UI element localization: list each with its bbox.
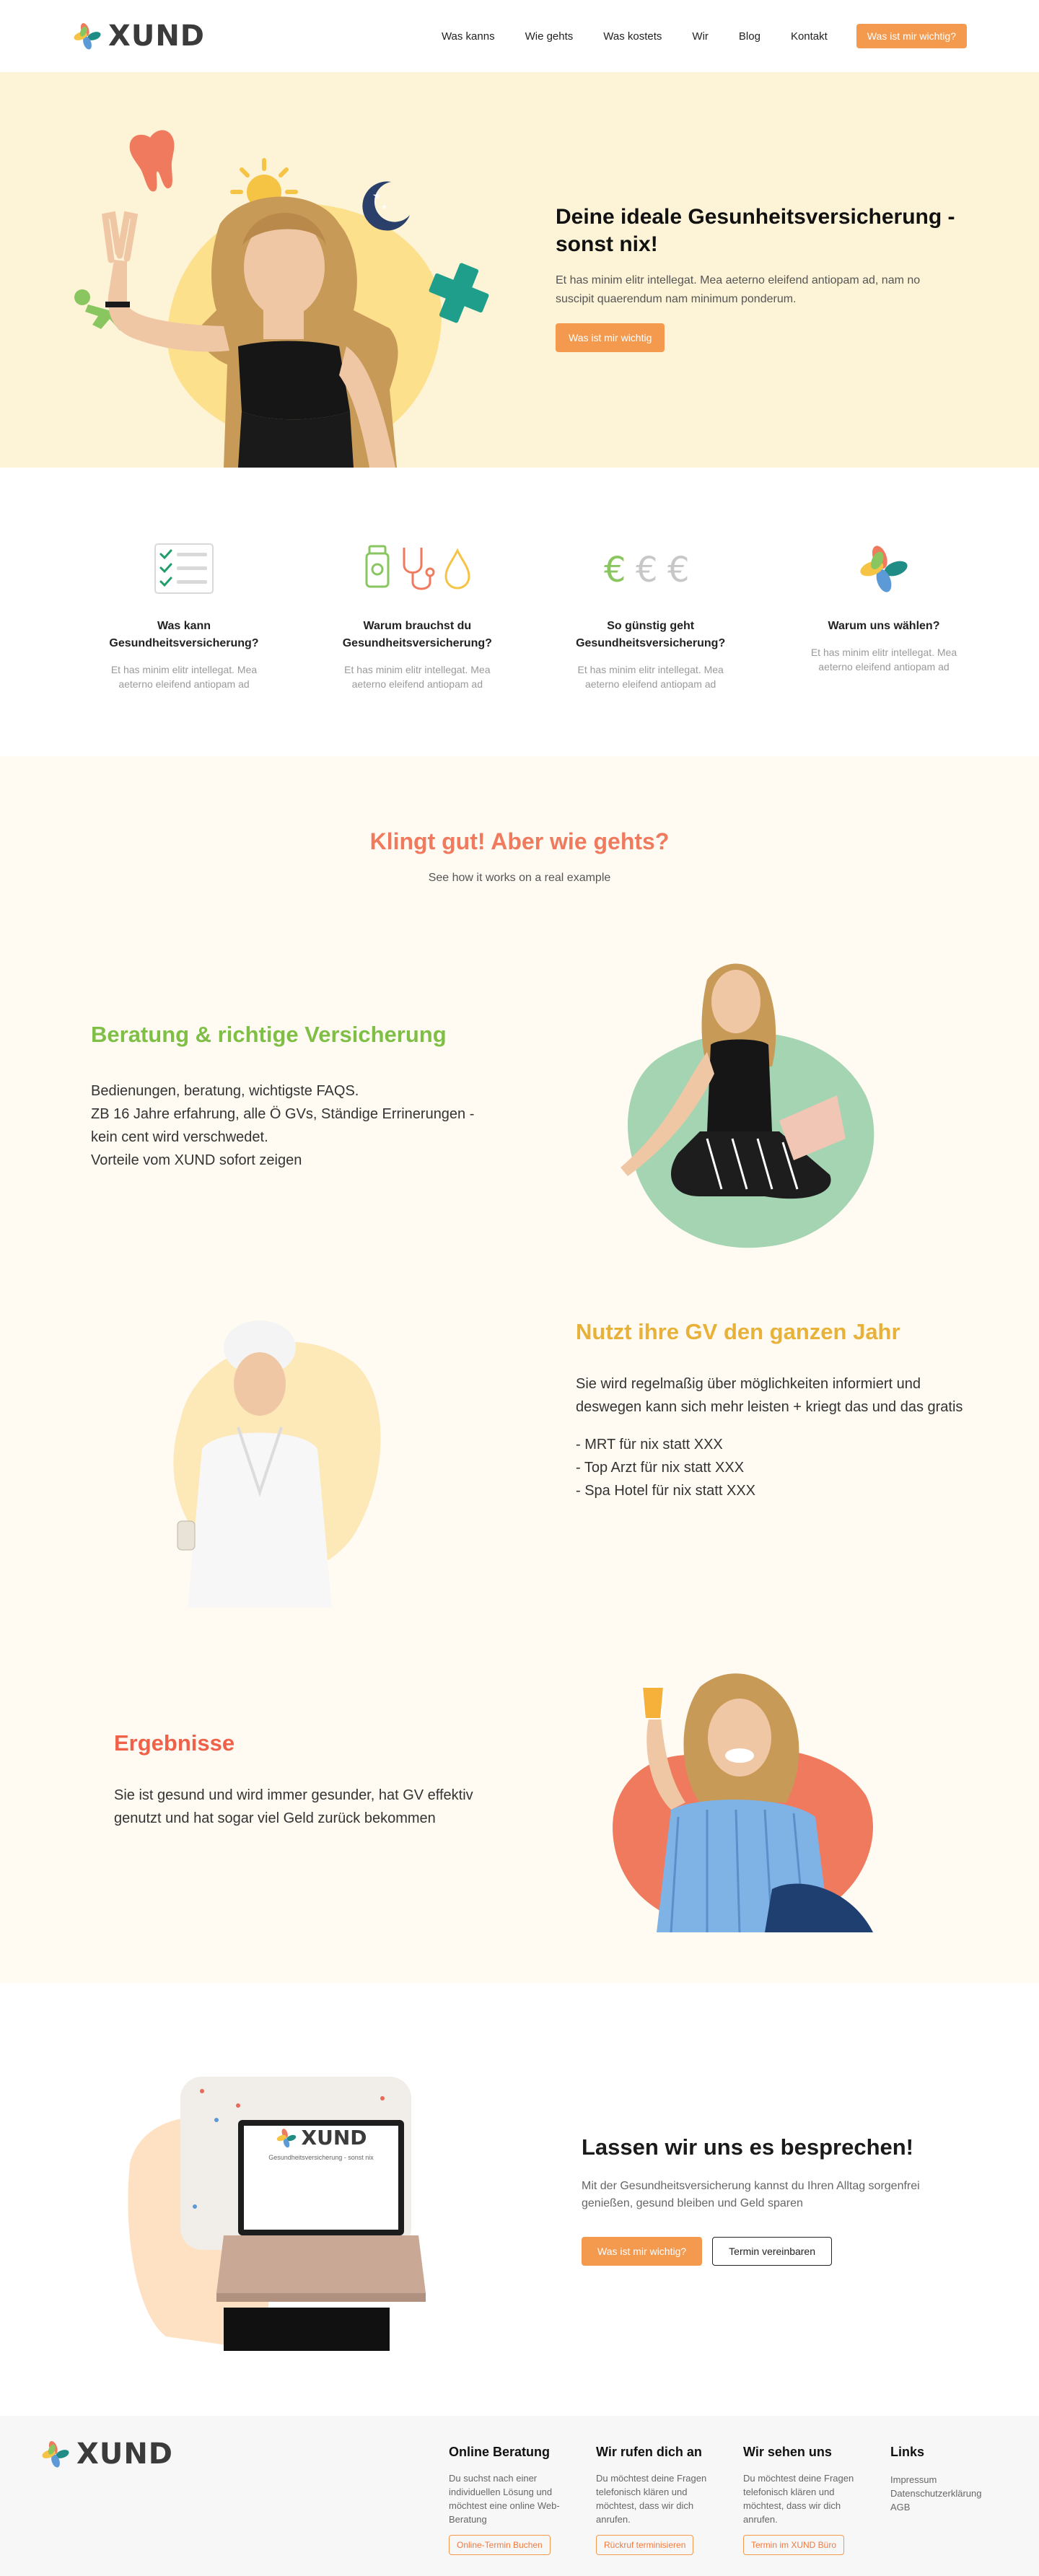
top-navigation: XUND Was kanns Wie gehts Was kostets Wir… (0, 0, 1039, 72)
footer-col-links: Links Impressum Datenschutzerklärung AGB (890, 2445, 1009, 2514)
hero-title: Deine ideale Gesunheitsversicherung - so… (556, 205, 955, 256)
contact-title: Lassen wir uns es besprechen! (582, 2134, 914, 2160)
hero-cta-button[interactable]: Was ist mir wichtig (556, 323, 665, 352)
hero-woman-photo (101, 196, 398, 468)
feature-card[interactable]: Warum brauchst du Gesundheitsversicherun… (334, 540, 500, 756)
contact-description: Mit der Gesundheitsversicherung kannst d… (582, 2180, 920, 2209)
person-holding-laptop-photo (128, 2077, 426, 2351)
footer-col-title: Wir sehen uns (743, 2445, 832, 2459)
nav-link-blog[interactable]: Blog (739, 30, 760, 43)
feature-description: Et has minim elitr intellegat. Mea aeter… (110, 664, 258, 690)
footer-col-title: Links (890, 2445, 925, 2459)
nav-link-wir[interactable]: Wir (692, 30, 709, 43)
contact-text: Lassen wir uns es besprechen! Mit der Ge… (582, 2134, 942, 2266)
step-text: Bedienungen, beratung, wichtigste FAQS. … (91, 1083, 475, 1168)
footer-col-text: Du möchtest deine Fragen telefonisch klä… (596, 2473, 707, 2525)
nav-link-kontakt[interactable]: Kontakt (791, 30, 828, 43)
laptop-brand: XUND (301, 2126, 367, 2150)
footer-link-datenschutz[interactable]: Datenschutzerklärung (890, 2487, 1009, 2500)
happy-woman-with-juice-photo (613, 1673, 873, 1933)
health-items-icon (365, 545, 470, 590)
nav-link-wie-gehts[interactable]: Wie gehts (525, 30, 574, 43)
xund-flower-icon (74, 23, 101, 50)
callback-button[interactable]: Rückruf terminisieren (596, 2535, 694, 2555)
checklist-icon (154, 543, 214, 594)
footer-brand-name: XUND (76, 2437, 173, 2471)
step-text: Sie wird regelmaßig über möglichkeiten i… (576, 1376, 963, 1499)
features-section: Was kann Gesundheitsversicherung? Et has… (0, 468, 1039, 756)
step-nutzung: Nutzt ihre GV den ganzen Jahr Sie wird r… (576, 1319, 965, 1502)
woman-with-laptop-photo (621, 963, 874, 1248)
xund-flower-icon (42, 2441, 69, 2468)
contact-section: XUND Gesundheitsversicherung - sonst nix… (0, 1983, 1039, 2416)
how-it-works-section: Klingt gut! Aber wie gehts? See how it w… (0, 756, 1039, 1983)
hero-description: Et has minim elitr intellegat. Mea aeter… (556, 274, 921, 305)
feature-title: Warum uns wählen? (828, 620, 940, 632)
feature-card[interactable]: € € € So günstig geht Gesundheitsversich… (568, 540, 734, 756)
step-title: Beratung & richtige Versicherung (91, 1022, 447, 1047)
nav-link-was-kostets[interactable]: Was kostets (603, 30, 662, 43)
how-title: Klingt gut! Aber wie gehts? (369, 828, 670, 854)
hero-text: Deine ideale Gesunheitsversicherung - so… (556, 203, 960, 352)
footer-col-callback: Wir rufen dich an Du möchtest deine Frag… (596, 2445, 715, 2555)
feature-card[interactable]: Warum uns wählen? Et has minim elitr int… (801, 540, 967, 756)
svg-text:€: € (604, 550, 626, 590)
brand-logo[interactable]: XUND (72, 19, 205, 53)
laptop-screen-content: XUND Gesundheitsversicherung - sonst nix (244, 2126, 398, 2161)
how-subtitle: See how it works on a real example (428, 872, 611, 884)
contact-cta-button[interactable]: Was ist mir wichtig? (582, 2237, 703, 2266)
svg-text:€: € (667, 550, 690, 590)
brand-name: XUND (108, 19, 205, 53)
office-appointment-button[interactable]: Termin im XUND Büro (743, 2535, 845, 2555)
online-booking-button[interactable]: Online-Termin Buchen (449, 2535, 551, 2555)
footer-links: Impressum Datenschutzerklärung AGB (890, 2473, 1009, 2514)
step-title: Nutzt ihre GV den ganzen Jahr (576, 1319, 900, 1344)
footer-col-text: Du suchst nach einer individuellen Lösun… (449, 2473, 560, 2525)
step-text: Sie ist gesund und wird immer gesunder, … (114, 1787, 473, 1826)
medical-cross-icon (429, 263, 489, 323)
step-title: Ergebnisse (114, 1730, 235, 1756)
step-beratung: Beratung & richtige Versicherung Bedienu… (91, 1022, 495, 1172)
contact-buttons: Was ist mir wichtig? Termin vereinbaren (582, 2237, 942, 2266)
footer-link-agb[interactable]: AGB (890, 2500, 1009, 2514)
step-ergebnisse: Ergebnisse Sie ist gesund und wird immer… (114, 1730, 489, 1830)
footer-col-title: Wir rufen dich an (596, 2445, 702, 2459)
feature-description: Et has minim elitr intellegat. Mea aeter… (577, 664, 724, 690)
xund-flower-icon (276, 2128, 296, 2147)
footer: XUND Online Beratung Du suchst nach eine… (0, 2416, 1039, 2576)
svg-text:€: € (636, 550, 658, 590)
nav-link-was-kanns[interactable]: Was kanns (442, 30, 495, 43)
nav-links: Was kanns Wie gehts Was kostets Wir Blog… (411, 24, 967, 48)
xund-flower-icon (860, 546, 908, 592)
hero-section: ★ ★ Deine ideale Gesunheitsversicherung … (0, 72, 1039, 468)
feature-description: Et has minim elitr intellegat. Mea aeter… (810, 647, 957, 673)
feature-title: Was kann Gesundheitsversicherung? (109, 620, 259, 649)
euro-icon: € € € (604, 550, 690, 590)
footer-col-office: Wir sehen uns Du möchtest deine Fragen t… (743, 2445, 862, 2555)
feature-description: Et has minim elitr intellegat. Mea aeter… (344, 664, 491, 690)
book-appointment-button[interactable]: Termin vereinbaren (712, 2237, 833, 2266)
footer-link-impressum[interactable]: Impressum (890, 2473, 1009, 2487)
feature-title: So günstig geht Gesundheitsversicherung? (576, 620, 726, 649)
feature-title: Warum brauchst du Gesundheitsversicherun… (342, 620, 492, 649)
footer-col-online: Online Beratung Du suchst nach einer ind… (449, 2445, 568, 2555)
nav-cta-button[interactable]: Was ist mir wichtig? (856, 24, 967, 48)
woman-in-bathrobe-photo (173, 1320, 381, 1608)
footer-logo[interactable]: XUND (40, 2437, 173, 2471)
laptop-tagline: Gesundheitsversicherung - sonst nix (268, 2154, 374, 2161)
footer-col-text: Du möchtest deine Fragen telefonisch klä… (743, 2473, 854, 2525)
feature-card[interactable]: Was kann Gesundheitsversicherung? Et has… (101, 540, 267, 756)
footer-col-title: Online Beratung (449, 2445, 551, 2459)
